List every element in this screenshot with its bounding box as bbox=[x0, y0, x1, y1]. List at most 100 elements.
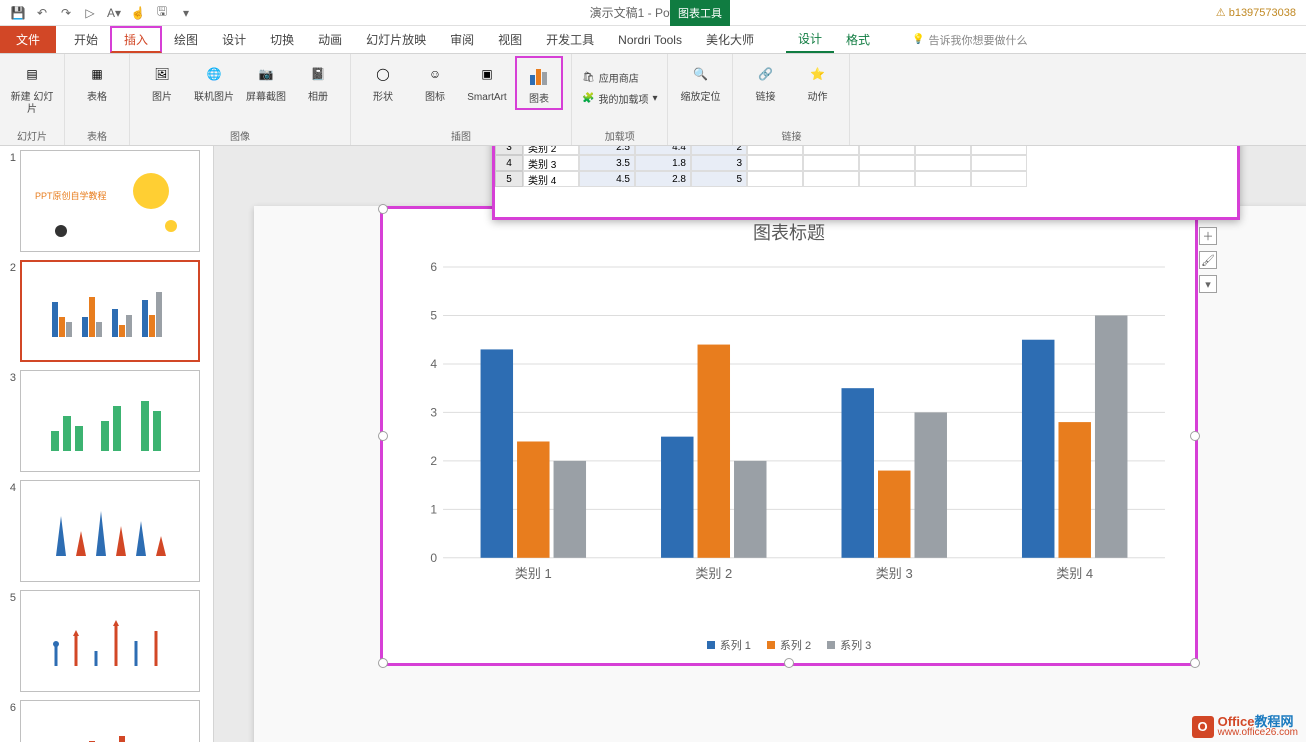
tab-draw[interactable]: 绘图 bbox=[162, 26, 210, 53]
store-icon: 🛍 bbox=[582, 72, 595, 83]
slide-canvas[interactable]: 🖫 ↶ ↷ ▦ Microsoft PowerPoint 中的图表 ✕ ABCD… bbox=[254, 206, 1306, 742]
tab-transitions[interactable]: 切换 bbox=[258, 26, 306, 53]
shapes-icon: ◯ bbox=[367, 58, 399, 90]
chart-object[interactable]: ＋ 🖌 ▾ 图表标题 0123456类别 1类别 2类别 3类别 4 系列 1系… bbox=[380, 206, 1198, 666]
chart-data-window[interactable]: 🖫 ↶ ↷ ▦ Microsoft PowerPoint 中的图表 ✕ ABCD… bbox=[492, 146, 1240, 220]
chart-elements-button[interactable]: ＋ bbox=[1199, 227, 1217, 245]
resize-handle[interactable] bbox=[1190, 658, 1200, 668]
qat-more-icon[interactable]: ▾ bbox=[178, 5, 194, 21]
undo-icon[interactable]: ↶ bbox=[34, 5, 50, 21]
resize-handle[interactable] bbox=[784, 658, 794, 668]
screenshot-icon: 📷 bbox=[250, 58, 282, 90]
table-button[interactable]: ▦表格 bbox=[73, 56, 121, 106]
online-picture-button[interactable]: 🌐联机图片 bbox=[190, 56, 238, 106]
link-icon: 🔗 bbox=[749, 58, 781, 90]
new-slide-icon: ▤ bbox=[16, 58, 48, 90]
chart-styles-button[interactable]: 🖌 bbox=[1199, 251, 1217, 269]
save-icon[interactable]: 💾 bbox=[10, 5, 26, 21]
thumb-num: 4 bbox=[4, 480, 20, 582]
redo-icon[interactable]: ↷ bbox=[58, 5, 74, 21]
resize-handle[interactable] bbox=[378, 431, 388, 441]
tab-design[interactable]: 设计 bbox=[210, 26, 258, 53]
tell-me-input[interactable]: 告诉我你想要做什么 bbox=[912, 26, 1027, 53]
chart-side-tools: ＋ 🖌 ▾ bbox=[1199, 227, 1217, 293]
watermark-icon: O bbox=[1192, 716, 1214, 738]
resize-handle[interactable] bbox=[378, 658, 388, 668]
tab-slideshow[interactable]: 幻灯片放映 bbox=[354, 26, 438, 53]
icons-icon: ☺ bbox=[419, 58, 451, 90]
smartart-icon: ▣ bbox=[471, 58, 503, 90]
tab-insert[interactable]: 插入 bbox=[110, 26, 162, 53]
work-area: 1PPT原创自学教程 2 3 4 5 6 🖫 ↶ ↷ ▦ Microsoft P… bbox=[0, 146, 1306, 742]
svg-text:类别 4: 类别 4 bbox=[1056, 566, 1093, 581]
tab-developer[interactable]: 开发工具 bbox=[534, 26, 606, 53]
thumb-num: 2 bbox=[4, 260, 20, 362]
canvas-area[interactable]: 🖫 ↶ ↷ ▦ Microsoft PowerPoint 中的图表 ✕ ABCD… bbox=[214, 146, 1306, 742]
tab-chart-design[interactable]: 设计 bbox=[786, 26, 834, 53]
tab-chart-format[interactable]: 格式 bbox=[834, 26, 882, 53]
picture-icon: 🖼 bbox=[146, 58, 178, 90]
group-label-slides: 幻灯片 bbox=[17, 126, 47, 145]
tab-home[interactable]: 开始 bbox=[62, 26, 110, 53]
tab-view[interactable]: 视图 bbox=[486, 26, 534, 53]
slide-thumbnail[interactable]: PPT原创自学教程 bbox=[20, 150, 200, 252]
watermark-url: www.office26.com bbox=[1218, 728, 1298, 738]
resize-handle[interactable] bbox=[1190, 431, 1200, 441]
link-button[interactable]: 🔗链接 bbox=[741, 56, 789, 106]
chart-legend[interactable]: 系列 1系列 2系列 3 bbox=[383, 637, 1195, 653]
picture-button[interactable]: 🖼图片 bbox=[138, 56, 186, 106]
action-icon: ⭐ bbox=[801, 58, 833, 90]
smartart-button[interactable]: ▣SmartArt bbox=[463, 56, 511, 106]
zoom-button[interactable]: 🔍缩放定位 bbox=[676, 56, 724, 106]
tab-animations[interactable]: 动画 bbox=[306, 26, 354, 53]
svg-text:类别 2: 类别 2 bbox=[695, 566, 732, 581]
thumb-num: 5 bbox=[4, 590, 20, 692]
album-icon: 📓 bbox=[302, 58, 334, 90]
chart-filter-button[interactable]: ▾ bbox=[1199, 275, 1217, 293]
myaddins-button[interactable]: 🧩我的加载项▾ bbox=[580, 89, 659, 108]
svg-text:0: 0 bbox=[430, 551, 437, 565]
tab-review[interactable]: 审阅 bbox=[438, 26, 486, 53]
slide-thumbnail-panel[interactable]: 1PPT原创自学教程 2 3 4 5 6 bbox=[0, 146, 214, 742]
svg-text:6: 6 bbox=[430, 260, 437, 274]
slide-thumbnail[interactable] bbox=[20, 260, 200, 362]
ribbon-insert: ▤新建 幻灯片 幻灯片 ▦表格 表格 🖼图片 🌐联机图片 📷屏幕截图 📓相册 图… bbox=[0, 54, 1306, 146]
album-button[interactable]: 📓相册 bbox=[294, 56, 342, 106]
tab-nordri[interactable]: Nordri Tools bbox=[606, 26, 694, 53]
svg-text:PPT原创自学教程: PPT原创自学教程 bbox=[35, 190, 107, 201]
new-slide-button[interactable]: ▤新建 幻灯片 bbox=[8, 56, 56, 118]
online-picture-icon: 🌐 bbox=[198, 58, 230, 90]
tab-beautify[interactable]: 美化大师 bbox=[694, 26, 766, 53]
svg-text:3: 3 bbox=[430, 405, 437, 419]
zoom-icon: 🔍 bbox=[684, 58, 716, 90]
save-icon[interactable]: 🖫 bbox=[154, 5, 170, 21]
addins-icon: 🧩 bbox=[582, 93, 594, 104]
store-button[interactable]: 🛍应用商店 bbox=[580, 68, 659, 87]
slide-thumbnail[interactable] bbox=[20, 370, 200, 472]
icons-button[interactable]: ☺图标 bbox=[411, 56, 459, 106]
svg-text:类别 3: 类别 3 bbox=[876, 566, 913, 581]
resize-handle[interactable] bbox=[378, 204, 388, 214]
screenshot-button[interactable]: 📷屏幕截图 bbox=[242, 56, 290, 106]
slide-thumbnail[interactable] bbox=[20, 700, 200, 742]
start-slideshow-icon[interactable]: ▷ bbox=[82, 5, 98, 21]
watermark: O Office教程网 www.office26.com bbox=[1192, 715, 1298, 738]
font-dropdown-icon[interactable]: A▾ bbox=[106, 5, 122, 21]
user-id: b1397573038 bbox=[1216, 6, 1296, 19]
thumb-num: 3 bbox=[4, 370, 20, 472]
tab-file[interactable]: 文件 bbox=[0, 26, 56, 53]
touch-mode-icon[interactable]: ☝ bbox=[130, 5, 146, 21]
slide-thumbnail[interactable] bbox=[20, 480, 200, 582]
shapes-button[interactable]: ◯形状 bbox=[359, 56, 407, 106]
chart-plot[interactable]: 0123456类别 1类别 2类别 3类别 4 bbox=[423, 257, 1175, 588]
slide-thumbnail[interactable] bbox=[20, 590, 200, 692]
svg-text:类别 1: 类别 1 bbox=[515, 566, 552, 581]
action-button[interactable]: ⭐动作 bbox=[793, 56, 841, 106]
context-tab-chart-tools: 图表工具 bbox=[670, 0, 730, 26]
group-label-illustrations: 插图 bbox=[451, 126, 471, 145]
svg-text:2: 2 bbox=[430, 454, 437, 468]
data-sheet[interactable]: ABCDEFGHI1系列 1系列 2系列 32类别 14.32.423类别 22… bbox=[495, 146, 1237, 187]
chart-button[interactable]: 图表 bbox=[515, 56, 563, 110]
svg-text:5: 5 bbox=[430, 308, 437, 322]
chart-icon bbox=[523, 60, 555, 92]
